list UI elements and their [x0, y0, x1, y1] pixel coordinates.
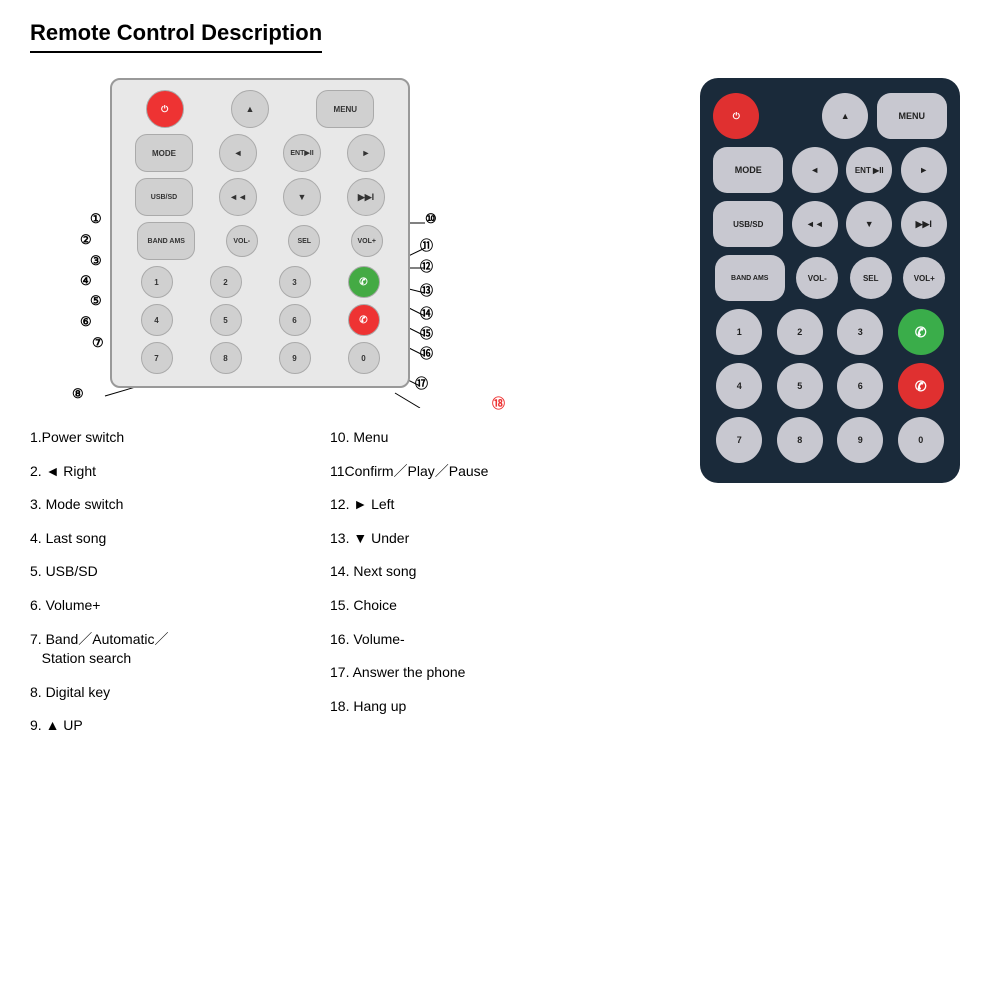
- r-8-btn[interactable]: 8: [777, 417, 823, 463]
- diag-power-btn[interactable]: ⏻: [146, 90, 184, 128]
- label-11: ⑪: [420, 235, 433, 254]
- diag-up-btn[interactable]: ▲: [231, 90, 269, 128]
- r-menu-btn[interactable]: MENU: [877, 93, 947, 139]
- r-prev-btn[interactable]: ◄◄: [792, 201, 838, 247]
- r-hangup-btn[interactable]: ✆: [898, 363, 944, 409]
- r-ent-btn[interactable]: ENT ▶II: [846, 147, 892, 193]
- diag-4-btn[interactable]: 4: [141, 304, 173, 336]
- desc-4: 4. Last song: [30, 529, 290, 549]
- r-volp-btn[interactable]: VOL+: [903, 257, 945, 299]
- r-mode-btn[interactable]: MODE: [713, 147, 783, 193]
- desc-10: 10. Menu: [330, 428, 590, 448]
- label-1: ①: [90, 211, 102, 227]
- diag-2-btn[interactable]: 2: [210, 266, 242, 298]
- label-8: ⑧: [72, 386, 84, 402]
- r-right-btn[interactable]: ►: [901, 147, 947, 193]
- label-13: ⑬: [420, 280, 433, 299]
- label-5: ⑤: [90, 293, 102, 309]
- diag-mode-btn[interactable]: MODE: [135, 134, 193, 172]
- label-2: ②: [80, 232, 92, 248]
- desc-5: 5. USB/SD: [30, 562, 290, 582]
- r-band-btn[interactable]: BAND AMS: [715, 255, 785, 301]
- diag-prev-btn[interactable]: ◄◄: [219, 178, 257, 216]
- real-remote: ⏻ ▲ MENU MODE ◄ ENT ▶II ► USB/SD ◄◄ ▼: [700, 78, 960, 483]
- r-usbsd-btn[interactable]: USB/SD: [713, 201, 783, 247]
- desc-7: 7. Band／Automatic／ Station search: [30, 630, 290, 669]
- label-18: ⑱: [492, 393, 505, 412]
- r-down-btn[interactable]: ▼: [846, 201, 892, 247]
- desc-1: 1.Power switch: [30, 428, 290, 448]
- r-left-btn[interactable]: ◄: [792, 147, 838, 193]
- desc-17: 17. Answer the phone: [330, 663, 590, 683]
- r-0-btn[interactable]: 0: [898, 417, 944, 463]
- r-up-btn[interactable]: ▲: [822, 93, 868, 139]
- diag-1-btn[interactable]: 1: [141, 266, 173, 298]
- diag-5-btn[interactable]: 5: [210, 304, 242, 336]
- label-3: ③: [90, 253, 102, 269]
- desc-14: 14. Next song: [330, 562, 590, 582]
- label-17: ⑰: [415, 373, 428, 392]
- label-6: ⑥: [80, 314, 92, 330]
- diag-7-btn[interactable]: 7: [141, 342, 173, 374]
- r-sel-btn[interactable]: SEL: [850, 257, 892, 299]
- page-title: Remote Control Description: [30, 20, 322, 53]
- label-7: ⑦: [92, 335, 104, 351]
- desc-6: 6. Volume+: [30, 596, 290, 616]
- label-12: ⑫: [420, 256, 433, 275]
- desc-8: 8. Digital key: [30, 683, 290, 703]
- diag-right-btn[interactable]: ►: [347, 134, 385, 172]
- diag-volp-btn[interactable]: VOL+: [351, 225, 383, 257]
- diag-hangup-btn[interactable]: ✆: [348, 304, 380, 336]
- label-14: ⑭: [420, 303, 433, 322]
- diag-answer-btn[interactable]: ✆: [348, 266, 380, 298]
- diag-0-btn[interactable]: 0: [348, 342, 380, 374]
- diag-left-btn[interactable]: ◄: [219, 134, 257, 172]
- diag-usbsd-btn[interactable]: USB/SD: [135, 178, 193, 216]
- r-1-btn[interactable]: 1: [716, 309, 762, 355]
- r-answer-btn[interactable]: ✆: [898, 309, 944, 355]
- diag-6-btn[interactable]: 6: [279, 304, 311, 336]
- r-3-btn[interactable]: 3: [837, 309, 883, 355]
- r-next-btn[interactable]: ▶▶I: [901, 201, 947, 247]
- desc-9: 9. ▲ UP: [30, 716, 290, 736]
- r-9-btn[interactable]: 9: [837, 417, 883, 463]
- label-16: ⑯: [420, 343, 433, 362]
- diag-menu-btn[interactable]: MENU: [316, 90, 374, 128]
- desc-3: 3. Mode switch: [30, 495, 290, 515]
- desc-12: 12. ► Left: [330, 495, 590, 515]
- desc-11: 11Confirm／Play／Pause: [330, 462, 590, 482]
- diag-next-btn[interactable]: ▶▶I: [347, 178, 385, 216]
- diag-sel-btn[interactable]: SEL: [288, 225, 320, 257]
- r-2-btn[interactable]: 2: [777, 309, 823, 355]
- desc-left: 1.Power switch 2. ◄ Right 3. Mode switch…: [30, 428, 290, 750]
- diag-down-btn[interactable]: ▼: [283, 178, 321, 216]
- r-volm-btn[interactable]: VOL-: [796, 257, 838, 299]
- diag-3-btn[interactable]: 3: [279, 266, 311, 298]
- desc-16: 16. Volume-: [330, 630, 590, 650]
- r-7-btn[interactable]: 7: [716, 417, 762, 463]
- label-15: ⑮: [420, 323, 433, 342]
- r-5-btn[interactable]: 5: [777, 363, 823, 409]
- desc-right: 10. Menu 11Confirm／Play／Pause 12. ► Left…: [330, 428, 590, 750]
- r-power-btn[interactable]: ⏻: [713, 93, 759, 139]
- desc-2: 2. ◄ Right: [30, 462, 290, 482]
- r-4-btn[interactable]: 4: [716, 363, 762, 409]
- desc-18: 18. Hang up: [330, 697, 590, 717]
- label-10: ⑩: [425, 211, 437, 227]
- r-6-btn[interactable]: 6: [837, 363, 883, 409]
- desc-13: 13. ▼ Under: [330, 529, 590, 549]
- real-remote-section: ⏻ ▲ MENU MODE ◄ ENT ▶II ► USB/SD ◄◄ ▼: [690, 78, 970, 750]
- diag-volm-btn[interactable]: VOL-: [226, 225, 258, 257]
- diag-9-btn[interactable]: 9: [279, 342, 311, 374]
- diag-ent-btn[interactable]: ENT▶II: [283, 134, 321, 172]
- label-4: ④: [80, 273, 92, 289]
- diag-band-btn[interactable]: BAND AMS: [137, 222, 195, 260]
- diag-8-btn[interactable]: 8: [210, 342, 242, 374]
- desc-15: 15. Choice: [330, 596, 590, 616]
